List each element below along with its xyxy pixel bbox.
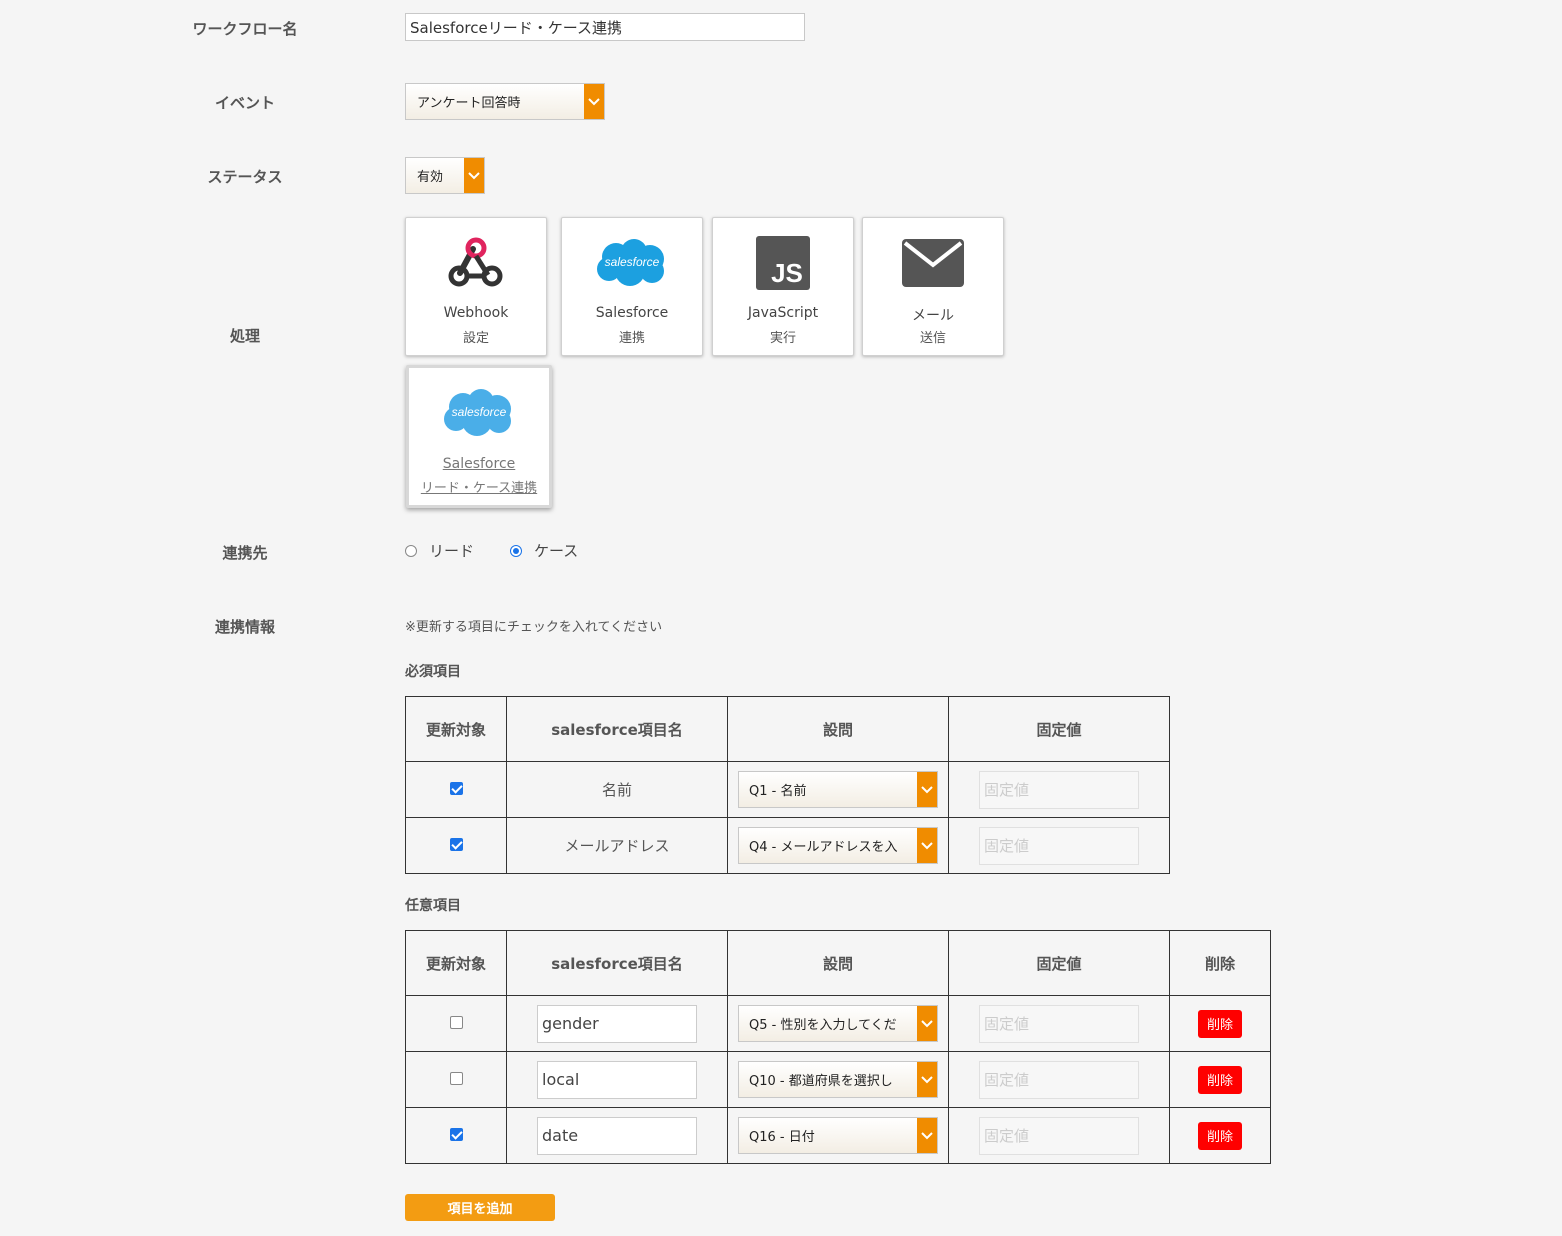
table-row: 名前 Q1 - 名前 固定値 [405, 761, 1170, 818]
question-select[interactable]: Q10 - 都道府県を選択し [738, 1061, 938, 1098]
tile-subtitle: 送信 [919, 331, 946, 346]
event-label: イベント [214, 94, 275, 112]
tile-subtitle: 実行 [769, 331, 796, 346]
fixed-value-input[interactable]: 固定値 [979, 770, 1139, 809]
target-radio-group: リード ケース [405, 540, 578, 561]
question-select-value: Q5 - 性別を入力してくだ [749, 1018, 897, 1033]
salesforce-logo-text: salesforce [452, 405, 507, 419]
sf-field-name-input[interactable]: gender [537, 1004, 697, 1043]
chevron-down-icon [917, 772, 937, 807]
sf-field-name-input[interactable]: date [537, 1116, 697, 1155]
radio-case-label[interactable]: ケース [534, 540, 578, 561]
optional-table: 更新対象 salesforce項目名 設問 固定値 削除 gender Q5 -… [405, 930, 1271, 1164]
column-header-update: 更新対象 [405, 930, 507, 996]
tile-mail[interactable]: メール 送信 [862, 217, 1004, 356]
javascript-icon: JS [713, 234, 853, 292]
update-checkbox[interactable] [449, 1071, 463, 1085]
question-select-value: Q16 - 日付 [749, 1130, 815, 1145]
fixed-value-input[interactable]: 固定値 [979, 1004, 1139, 1043]
column-header-sf-name: salesforce項目名 [506, 930, 728, 996]
status-select[interactable]: 有効 [405, 157, 485, 194]
sf-field-name-input[interactable]: local [537, 1060, 697, 1099]
tile-title: Salesforce [442, 456, 516, 472]
target-label: 連携先 [222, 544, 268, 562]
tile-javascript[interactable]: JS JavaScript 実行 [712, 217, 854, 356]
tile-title: JavaScript [747, 305, 819, 321]
workflow-name-label: ワークフロー名 [192, 20, 298, 38]
tile-webhook[interactable]: Webhook 設定 [405, 217, 547, 356]
tile-subtitle: 連携 [618, 331, 645, 346]
tile-title: メール [912, 308, 954, 324]
fixed-value-input[interactable]: 固定値 [979, 826, 1139, 865]
webhook-icon [406, 234, 546, 292]
chevron-down-icon [917, 1118, 937, 1153]
column-header-question: 設問 [727, 930, 949, 996]
chevron-down-icon [584, 84, 604, 119]
optional-heading: 任意項目 [405, 898, 461, 914]
add-item-button[interactable]: 項目を追加 [405, 1194, 555, 1221]
mail-icon [863, 234, 1003, 292]
update-checkbox[interactable] [449, 1127, 463, 1141]
process-label: 処理 [229, 327, 260, 345]
info-label: 連携情報 [214, 618, 275, 636]
js-logo-text: JS [771, 258, 803, 288]
column-header-update: 更新対象 [405, 696, 507, 762]
question-select-value: Q4 - メールアドレスを入 [749, 840, 898, 855]
status-select-value: 有効 [417, 170, 444, 185]
question-select[interactable]: Q16 - 日付 [738, 1117, 938, 1154]
fixed-value-input[interactable]: 固定値 [979, 1116, 1139, 1155]
question-select-value: Q1 - 名前 [749, 784, 807, 799]
required-heading: 必須項目 [405, 664, 461, 680]
chevron-down-icon [917, 1006, 937, 1041]
update-checkbox[interactable] [449, 837, 463, 851]
delete-button[interactable]: 削除 [1198, 1009, 1242, 1038]
tile-subtitle: 設定 [462, 331, 489, 346]
fixed-value-input[interactable]: 固定値 [979, 1060, 1139, 1099]
delete-button[interactable]: 削除 [1198, 1065, 1242, 1094]
salesforce-icon: salesforce [409, 384, 549, 442]
question-select[interactable]: Q4 - メールアドレスを入 [738, 827, 938, 864]
radio-lead[interactable] [405, 544, 417, 557]
required-table: 更新対象 salesforce項目名 設問 固定値 名前 Q1 - 名前 固定値… [405, 696, 1170, 874]
tile-salesforce-lead-case[interactable]: salesforce Salesforce リード・ケース連携 [406, 365, 552, 508]
radio-lead-label[interactable]: リード [429, 540, 474, 561]
salesforce-icon: salesforce [562, 234, 702, 292]
chevron-down-icon [917, 1062, 937, 1097]
chevron-down-icon [464, 158, 484, 193]
question-select[interactable]: Q5 - 性別を入力してくだ [738, 1005, 938, 1042]
question-select-value: Q10 - 都道府県を選択し [749, 1074, 893, 1089]
table-row: gender Q5 - 性別を入力してくだ 固定値 削除 [405, 995, 1271, 1052]
column-header-fixed: 固定値 [948, 696, 1170, 762]
delete-button[interactable]: 削除 [1198, 1121, 1242, 1150]
update-checkbox[interactable] [449, 1015, 463, 1029]
table-row: date Q16 - 日付 固定値 削除 [405, 1107, 1271, 1164]
workflow-name-input[interactable]: Salesforceリード・ケース連携 [405, 13, 805, 41]
radio-case[interactable] [510, 544, 523, 557]
status-label: ステータス [207, 168, 283, 186]
sf-field-name: メールアドレス [506, 817, 728, 874]
tile-title: Webhook [443, 305, 509, 321]
sf-field-name: 名前 [506, 761, 728, 818]
tile-salesforce[interactable]: salesforce Salesforce 連携 [561, 217, 703, 356]
column-header-delete: 削除 [1169, 930, 1271, 996]
table-row: local Q10 - 都道府県を選択し 固定値 削除 [405, 1051, 1271, 1108]
column-header-sf-name: salesforce項目名 [506, 696, 728, 762]
table-row: メールアドレス Q4 - メールアドレスを入 固定値 [405, 817, 1170, 874]
note-text: ※更新する項目にチェックを入れてください [405, 620, 663, 635]
tile-subtitle: リード・ケース連携 [420, 481, 538, 496]
tile-title: Salesforce [595, 305, 669, 321]
column-header-fixed: 固定値 [948, 930, 1170, 996]
column-header-question: 設問 [727, 696, 949, 762]
question-select[interactable]: Q1 - 名前 [738, 771, 938, 808]
event-select[interactable]: アンケート回答時 [405, 83, 605, 120]
event-select-value: アンケート回答時 [417, 96, 521, 111]
salesforce-logo-text: salesforce [605, 255, 660, 269]
update-checkbox[interactable] [449, 781, 463, 795]
chevron-down-icon [917, 828, 937, 863]
